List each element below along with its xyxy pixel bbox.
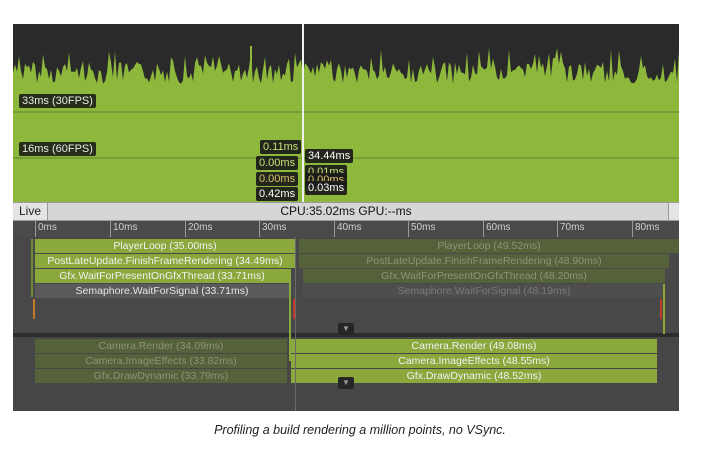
timeline-sample[interactable]: Camera.ImageEffects (33.82ms) [35, 354, 287, 368]
timeline-sliver [663, 284, 665, 334]
collapse-toggle-icon[interactable]: ▼ [338, 377, 354, 389]
timeline-sample[interactable]: PostLateUpdate.FinishFrameRendering (34.… [35, 254, 295, 268]
ruler-tick-label: 40ms [337, 222, 362, 233]
ruler-tick-label: 20ms [188, 222, 213, 233]
ruler-tick [35, 221, 36, 237]
selected-frame-value: 0.00ms [256, 172, 299, 186]
time-ruler[interactable]: 0ms 10ms 20ms 30ms 40ms 50ms 60ms 70ms 8… [13, 221, 679, 238]
timeline-sample[interactable]: Gfx.WaitForPresentOnGfxThread (33.71ms) [35, 269, 289, 283]
timeline-sample[interactable]: Camera.ImageEffects (48.55ms) [291, 354, 657, 368]
ruler-tick [334, 221, 335, 237]
timeline-sample[interactable]: Camera.Render (34.09ms) [35, 339, 287, 353]
ruler-tick [259, 221, 260, 237]
timeline-sample[interactable]: Gfx.DrawDynamic (33.79ms) [35, 369, 287, 383]
ruler-tick [185, 221, 186, 237]
ruler-tick-label: 10ms [113, 222, 138, 233]
timeline-sample[interactable]: Semaphore.WaitForSignal (48.19ms) [303, 284, 665, 298]
cpu-gpu-time: CPU:35.02ms GPU:--ms [280, 204, 412, 218]
ruler-tick-label: 0ms [38, 222, 57, 233]
timeline-sample[interactable]: PlayerLoop (49.52ms) [299, 239, 679, 253]
timeline-sample[interactable]: Semaphore.WaitForSignal (33.71ms) [35, 284, 289, 298]
ruler-tick [557, 221, 558, 237]
profiler-status-bar: CPU:35.02ms GPU:--ms Live [13, 202, 679, 221]
timeline-sample[interactable]: PlayerLoop (35.00ms) [35, 239, 295, 253]
selected-frame-value: 0.03ms [305, 181, 348, 195]
ruler-tick-label: 50ms [411, 222, 436, 233]
ruler-tick-label: 80ms [635, 222, 660, 233]
ruler-tick-label: 60ms [486, 222, 511, 233]
fps-60-label: 16ms (60FPS) [19, 142, 96, 156]
ruler-tick-label: 30ms [262, 222, 287, 233]
timeline-view[interactable]: PlayerLoop (35.00ms) PostLateUpdate.Fini… [13, 237, 679, 411]
timeline-sliver [33, 299, 35, 319]
ruler-tick [483, 221, 484, 237]
ruler-tick [408, 221, 409, 237]
ruler-tick [632, 221, 633, 237]
timeline-sample[interactable]: PostLateUpdate.FinishFrameRendering (48.… [299, 254, 669, 268]
profiler-window: 33ms (30FPS) 16ms (60FPS) 0.11ms 0.00ms … [13, 24, 679, 411]
selected-frame-value: 0.11ms [260, 140, 302, 154]
fps-30-label: 33ms (30FPS) [19, 94, 96, 108]
ruler-tick [110, 221, 111, 237]
selected-frame-value: 34.44ms [305, 149, 354, 163]
selected-frame-marker[interactable] [302, 24, 304, 202]
selected-frame-value: 0.00ms [256, 156, 299, 170]
timeline-sliver [660, 299, 662, 319]
selected-frame-value: 0.42ms [256, 187, 299, 201]
figure-caption: Profiling a build rendering a million po… [214, 423, 506, 437]
status-bar-handle[interactable] [668, 203, 679, 220]
live-button[interactable]: Live [13, 203, 48, 220]
timeline-sample[interactable]: Gfx.WaitForPresentOnGfxThread (48.20ms) [303, 269, 665, 283]
cpu-usage-chart[interactable]: 33ms (30FPS) 16ms (60FPS) 0.11ms 0.00ms … [13, 24, 679, 202]
timeline-sample[interactable]: Camera.Render (49.08ms) [291, 339, 657, 353]
timeline-sliver [31, 239, 33, 297]
collapse-toggle-icon[interactable]: ▼ [338, 323, 354, 335]
ruler-tick-label: 70ms [560, 222, 585, 233]
frame-boundary-line [295, 237, 296, 411]
